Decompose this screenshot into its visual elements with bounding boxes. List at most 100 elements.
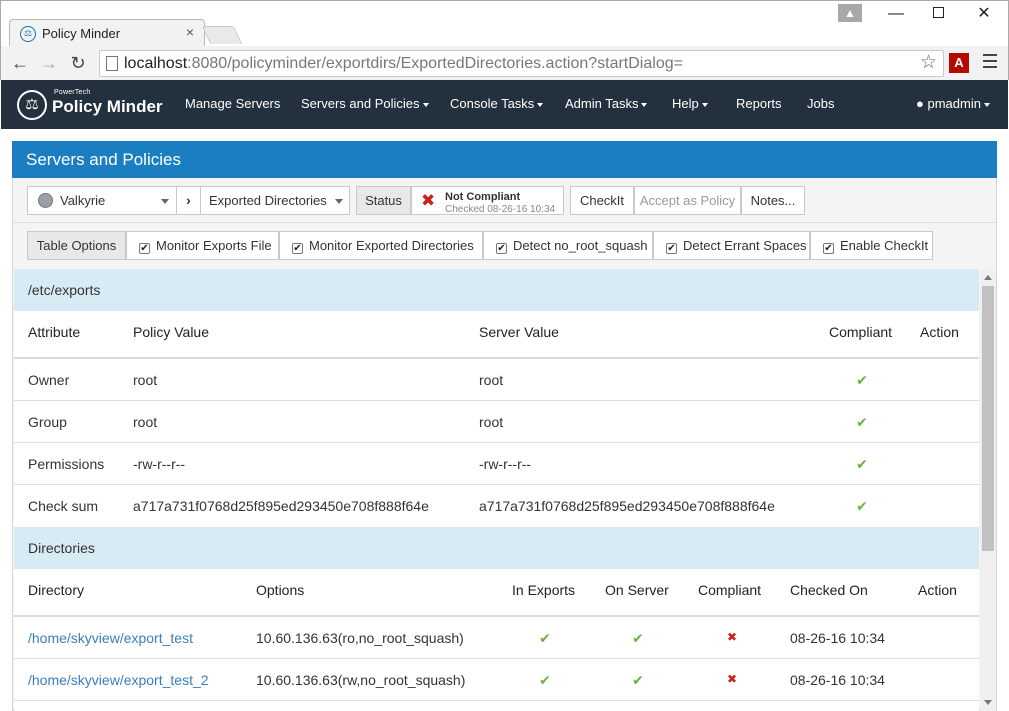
- option-monitor-exports-file[interactable]: ✔ Monitor Exports File: [126, 231, 279, 260]
- user-menu[interactable]: ● pmadmin: [916, 96, 990, 111]
- table-options-label: Table Options: [27, 231, 126, 260]
- col-header-in-exports: In Exports: [512, 582, 576, 598]
- nav-admin-tasks[interactable]: Admin Tasks: [565, 96, 648, 111]
- policy-value-cell: a717a731f0768d25f895ed293450e708f888f64e: [133, 498, 429, 514]
- col-header-on-server: On Server: [605, 582, 669, 598]
- scales-logo-icon: ⚖: [17, 90, 47, 120]
- nav-jobs[interactable]: Jobs: [807, 96, 834, 111]
- page-icon: [106, 56, 118, 71]
- tab-close-icon[interactable]: ×: [186, 24, 194, 40]
- scroll-thumb[interactable]: [982, 286, 994, 551]
- minimize-button[interactable]: —: [876, 3, 916, 25]
- options-cell: 10.60.136.63(rw,no_root_squash): [256, 672, 466, 688]
- chevron-right-icon: ›: [176, 187, 200, 214]
- policy-select[interactable]: Exported Directories: [200, 187, 350, 214]
- col-header-action: Action: [920, 324, 959, 340]
- scroll-down-arrow-icon[interactable]: [984, 700, 992, 705]
- scroll-up-arrow-icon[interactable]: [984, 275, 992, 280]
- header-divider: [14, 615, 979, 617]
- row-divider: [14, 400, 979, 401]
- checked-on-cell: 08-26-16 10:34: [790, 630, 885, 646]
- compliant-check-icon: ✔: [856, 414, 868, 430]
- checkbox-checked-icon[interactable]: ✔: [496, 243, 507, 254]
- server-value-cell: a717a731f0768d25f895ed293450e708f888f64e: [479, 498, 775, 514]
- nav-help[interactable]: Help: [672, 96, 708, 111]
- checkbox-checked-icon[interactable]: ✔: [823, 243, 834, 254]
- chevron-down-icon: [701, 102, 708, 107]
- nav-reports[interactable]: Reports: [736, 96, 782, 111]
- row-divider: [14, 700, 979, 701]
- directories-section-title: Directories: [14, 527, 979, 569]
- browser-chrome: ⚖ Policy Minder × ▲ — ✕ ← → ↻ localhost:…: [0, 0, 1009, 81]
- close-window-button[interactable]: ✕: [964, 3, 1004, 25]
- option-enable-checkit[interactable]: ✔ Enable CheckIt: [810, 231, 933, 260]
- status-display: ✖ Not Compliant Checked 08-26-16 10:34: [411, 186, 564, 215]
- pdf-extension-icon[interactable]: A: [949, 53, 969, 73]
- tab-strip: ⚖ Policy Minder × ▲ — ✕: [1, 1, 1008, 47]
- maximize-button[interactable]: [918, 3, 958, 25]
- compliant-check-icon: ✔: [856, 498, 868, 514]
- col-header-options: Options: [256, 582, 305, 598]
- user-profile-icon[interactable]: ▲: [838, 4, 862, 22]
- attribute-cell: Owner: [28, 372, 70, 388]
- option-detect-errant-spaces[interactable]: ✔ Detect Errant Spaces: [653, 231, 810, 260]
- col-header-directory: Directory: [28, 582, 85, 598]
- forward-arrow-icon[interactable]: →: [38, 52, 60, 74]
- checkbox-checked-icon[interactable]: ✔: [292, 243, 303, 254]
- nav-manage-servers[interactable]: Manage Servers: [185, 96, 280, 111]
- checkbox-checked-icon[interactable]: ✔: [666, 243, 677, 254]
- col-header-policy-value: Policy Value: [133, 324, 210, 340]
- vertical-scrollbar[interactable]: [980, 269, 996, 711]
- checkbox-checked-icon[interactable]: ✔: [139, 243, 150, 254]
- checkit-button[interactable]: CheckIt: [570, 186, 634, 215]
- status-label: Status: [356, 186, 411, 215]
- content-table: /etc/exports Attribute Policy Value Serv…: [14, 269, 979, 711]
- compliant-check-icon: ✔: [856, 456, 868, 472]
- row-divider: [14, 658, 979, 659]
- browser-menu-icon[interactable]: [983, 54, 997, 68]
- chevron-down-icon: [422, 102, 429, 107]
- header-divider: [14, 357, 979, 359]
- policy-minder-favicon-icon: ⚖: [20, 26, 36, 42]
- accept-as-policy-button[interactable]: Accept as Policy: [634, 186, 741, 215]
- new-tab-button[interactable]: [201, 26, 243, 44]
- panel-title: Servers and Policies: [12, 141, 997, 178]
- directory-link[interactable]: /home/skyview/export_test_2: [28, 672, 209, 688]
- nav-console-tasks[interactable]: Console Tasks: [450, 96, 544, 111]
- col-header-compliant: Compliant: [829, 324, 893, 340]
- directory-link[interactable]: /home/skyview/export_test: [28, 630, 193, 646]
- chevron-down-icon: [641, 102, 648, 107]
- browser-tab[interactable]: ⚖ Policy Minder ×: [9, 19, 205, 47]
- compliant-check-icon: ✔: [856, 372, 868, 388]
- address-bar[interactable]: localhost:8080/policyminder/exportdirs/E…: [99, 50, 944, 77]
- col-header-checked-on: Checked On: [790, 582, 868, 598]
- col-header-compliant: Compliant: [698, 582, 762, 598]
- url-text[interactable]: localhost:8080/policyminder/exportdirs/E…: [124, 55, 683, 73]
- bookmark-star-icon[interactable]: ☆: [920, 51, 937, 74]
- policy-value-cell: root: [133, 372, 158, 388]
- nav-servers-and-policies[interactable]: Servers and Policies: [301, 96, 429, 111]
- divider: [13, 222, 996, 223]
- exports-section-title: /etc/exports: [14, 269, 979, 311]
- status-checked: Checked 08-26-16 10:34: [445, 204, 556, 215]
- attribute-cell: Check sum: [28, 498, 99, 514]
- notes-button[interactable]: Notes...: [741, 186, 805, 215]
- reload-icon[interactable]: ↻: [67, 52, 89, 74]
- not-compliant-x-icon: ✖: [726, 672, 738, 686]
- col-header-action: Action: [918, 582, 957, 598]
- server-value-cell: -rw-r--r--: [479, 456, 532, 472]
- row-divider: [14, 484, 979, 485]
- browser-toolbar: ← → ↻ localhost:8080/policyminder/export…: [1, 46, 1008, 81]
- back-arrow-icon[interactable]: ←: [9, 52, 31, 74]
- options-cell: 10.60.136.63(ro,no_root_squash): [256, 630, 464, 646]
- server-select[interactable]: Valkyrie: [28, 187, 176, 214]
- brand-company: PowerTech: [54, 89, 91, 96]
- option-monitor-exported-directories[interactable]: ✔ Monitor Exported Directories: [279, 231, 483, 260]
- brand-name: Policy Minder: [52, 97, 163, 116]
- attribute-cell: Group: [28, 414, 67, 430]
- server-value-cell: root: [479, 372, 504, 388]
- on-server-check-icon: ✔: [632, 630, 644, 646]
- option-detect-no-root-squash[interactable]: ✔ Detect no_root_squash: [483, 231, 653, 260]
- on-server-check-icon: ✔: [632, 672, 644, 688]
- in-exports-check-icon: ✔: [539, 630, 551, 646]
